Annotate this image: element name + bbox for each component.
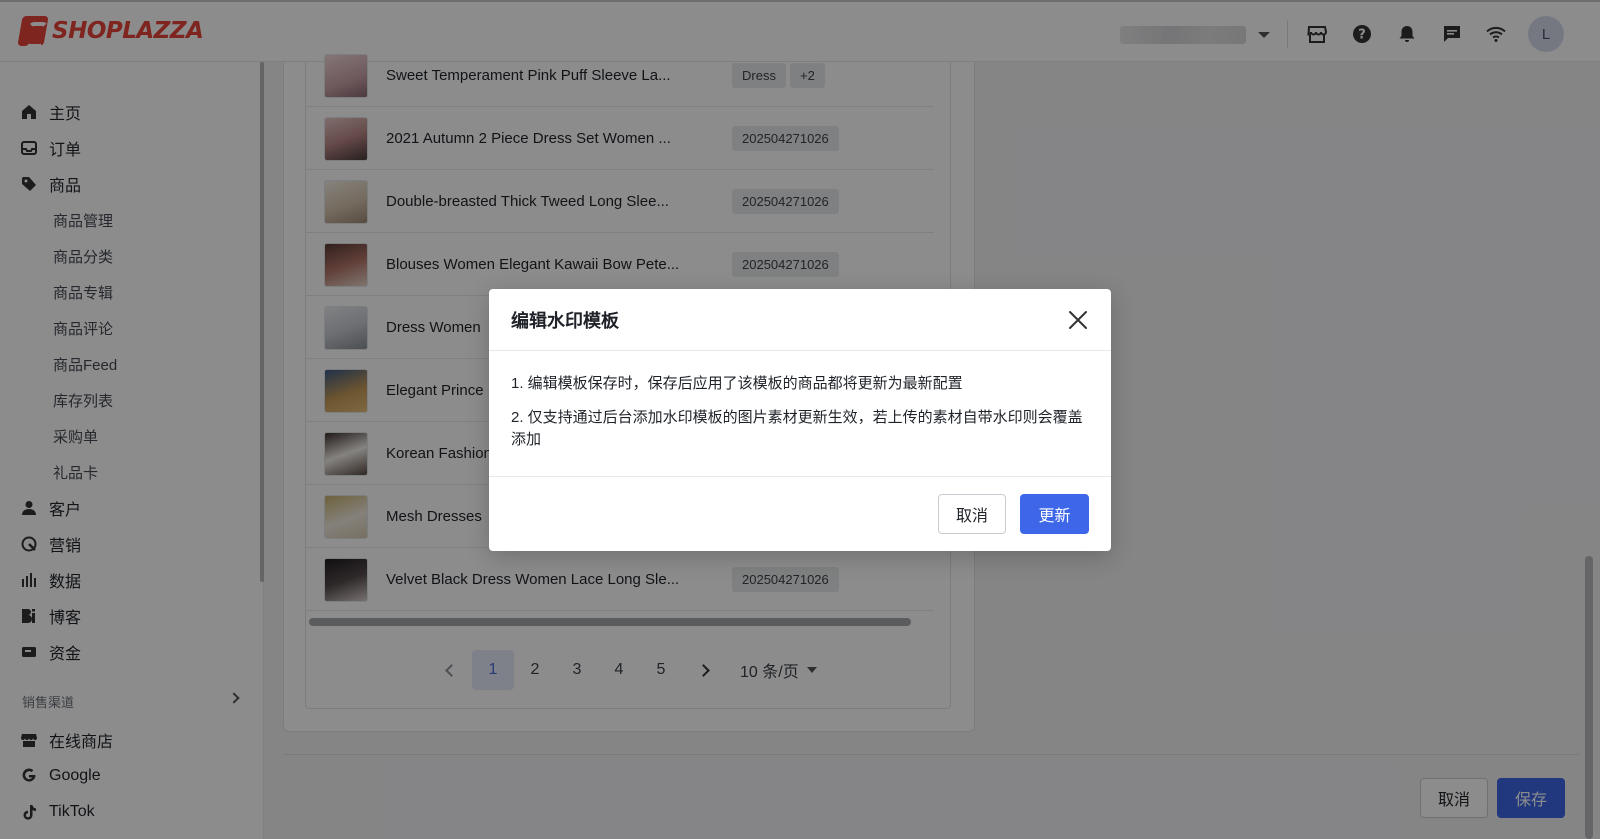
dialog-header: 编辑水印模板: [489, 289, 1111, 351]
dialog-body: 1. 编辑模板保存时，保存后应用了该模板的商品都将更新为最新配置 2. 仅支持通…: [511, 373, 1091, 463]
dialog-note-1: 1. 编辑模板保存时，保存后应用了该模板的商品都将更新为最新配置: [511, 375, 963, 392]
edit-watermark-dialog: 编辑水印模板 1. 编辑模板保存时，保存后应用了该模板的商品都将更新为最新配置 …: [489, 289, 1111, 551]
dialog-footer: 取消 更新: [489, 476, 1111, 551]
dialog-update-button[interactable]: 更新: [1020, 494, 1089, 534]
close-icon[interactable]: [1067, 309, 1089, 331]
dialog-title: 编辑水印模板: [511, 311, 619, 331]
dialog-cancel-button[interactable]: 取消: [938, 494, 1006, 534]
dialog-note-2: 2. 仅支持通过后台添加水印模板的图片素材更新生效，若上传的素材自带水印则会覆盖…: [511, 409, 1083, 448]
